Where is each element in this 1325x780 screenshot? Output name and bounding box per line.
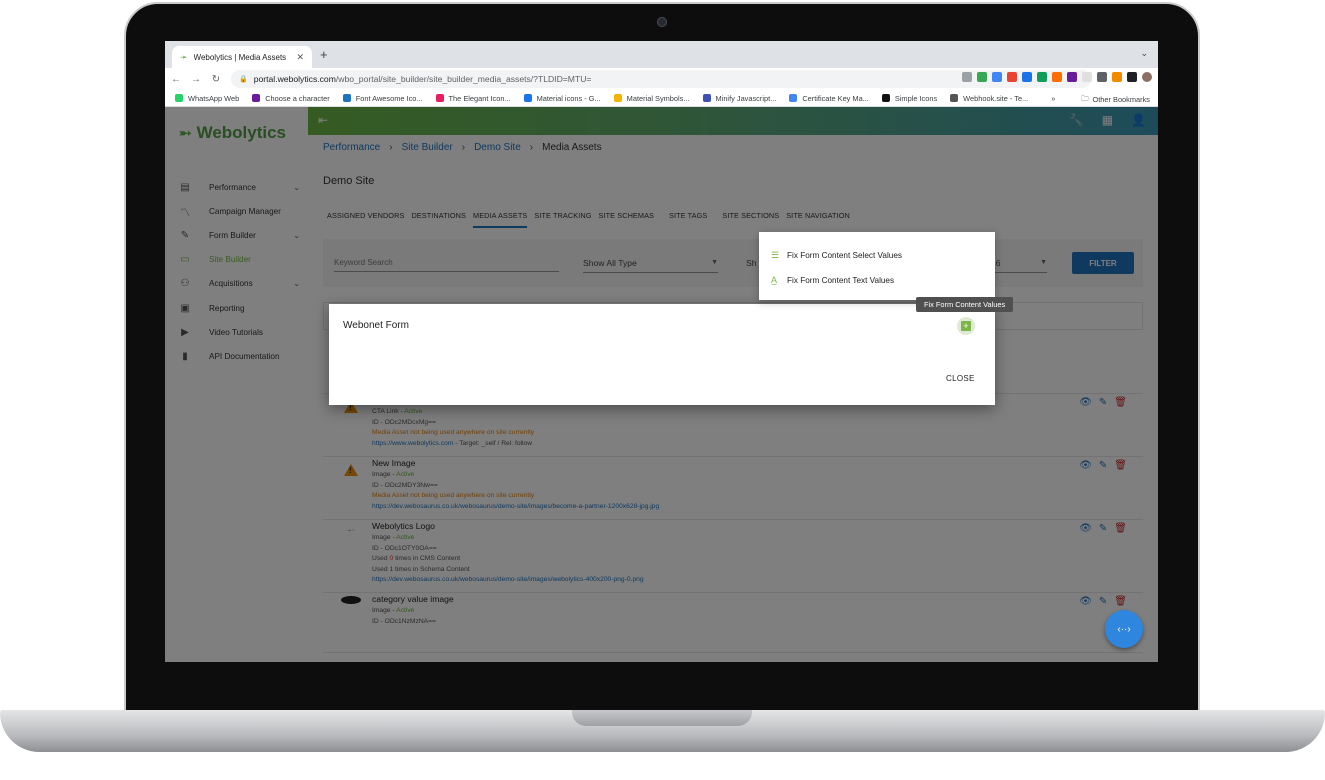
extension-icon[interactable] [1007, 72, 1017, 82]
bookmark-item[interactable]: Certificate Key Ma... [789, 94, 869, 103]
bookmark-favicon-icon [789, 94, 798, 102]
bookmark-favicon-icon [881, 94, 890, 102]
url-host: portal.webolytics.com [253, 74, 336, 84]
bookmark-item[interactable]: Material Symbols... [613, 93, 690, 103]
bookmark-label: Simple Icons [894, 93, 938, 103]
tooltip: Fix Form Content Values [916, 297, 1014, 312]
bookmark-item[interactable]: The Elegant Icon... [435, 93, 511, 103]
extension-icon[interactable] [1067, 72, 1077, 82]
extension-icon[interactable] [1112, 72, 1122, 82]
bookmark-favicon-icon [252, 94, 261, 102]
extension-icon[interactable] [1022, 72, 1032, 82]
bookmark-item[interactable]: Font Awesome Ico... [342, 93, 423, 103]
bookmark-label: Choose a character [265, 93, 330, 103]
bookmark-favicon-icon [175, 94, 183, 102]
bookmark-item[interactable]: Choose a character [252, 94, 330, 103]
browser-tab-title: Webolytics | Media Assets [193, 52, 287, 62]
fix-form-dropdown-menu: ☰ Fix Form Content Select Values A̲ Fix … [759, 232, 995, 300]
browser-tab[interactable]: ➛ Webolytics | Media Assets ✕ [172, 46, 312, 68]
bookmark-favicon-icon [950, 94, 959, 102]
reload-icon[interactable]: ↻ [207, 74, 225, 85]
bookmark-item[interactable]: Webhook.site - Te... [950, 94, 1028, 103]
tab-search-chevron-icon[interactable]: ⌄ [1140, 48, 1148, 59]
bookmark-item[interactable]: Material icons - G... [523, 93, 601, 103]
bookmark-favicon-icon [702, 94, 711, 102]
bookmark-favicon-icon [435, 94, 444, 102]
bookmark-label: Minify Javascript... [715, 93, 777, 103]
extension-icon[interactable] [962, 72, 972, 82]
browser-tab-bar: ➛ Webolytics | Media Assets ✕ + ⌄ [165, 41, 1158, 68]
webolytics-favicon-icon: ➛ [180, 51, 188, 62]
extension-icon[interactable] [1037, 72, 1047, 82]
extensions-puzzle-icon[interactable] [1127, 72, 1137, 82]
close-button[interactable]: CLOSE [946, 374, 975, 383]
extensions-area [962, 72, 1152, 82]
text-format-icon: A̲ [771, 275, 778, 285]
code-fab-button[interactable]: ‹··› [1105, 610, 1143, 648]
bookmark-item[interactable]: Simple Icons [881, 93, 938, 103]
bookmark-label: Font Awesome Ico... [355, 93, 423, 103]
lock-icon: 🔒 [239, 76, 248, 83]
bookmark-favicon-icon [342, 94, 351, 102]
bookmark-favicon-icon [613, 94, 622, 102]
bookmark-label: Material icons - G... [536, 93, 601, 103]
back-icon[interactable]: ← [167, 74, 185, 85]
screen: ➛ Webolytics | Media Assets ✕ + ⌄ ← → ↻ … [165, 41, 1158, 662]
extension-icon[interactable] [977, 72, 987, 82]
laptop-notch [572, 710, 752, 726]
forward-icon[interactable]: → [187, 74, 205, 85]
extension-icon[interactable] [1097, 72, 1107, 82]
bookmark-label: The Elegant Icon... [448, 93, 511, 103]
laptop-mockup: ➛ Webolytics | Media Assets ✕ + ⌄ ← → ↻ … [0, 0, 1325, 780]
other-bookmarks-label: Other Bookmarks [1092, 95, 1150, 104]
folder-icon: 🗀 [1081, 94, 1089, 103]
modal-title: Webonet Form [343, 320, 409, 331]
webcam [657, 17, 667, 27]
other-bookmarks[interactable]: 🗀 Other Bookmarks [1081, 93, 1150, 106]
bookmark-item[interactable]: WhatsApp Web [175, 94, 239, 103]
more-bookmarks-icon[interactable]: » [1051, 94, 1055, 103]
webolytics-app: ➵ Webolytics ▤Performance⌄〽Campaign Mana… [165, 107, 1158, 662]
menu-item-label: Fix Form Content Select Values [787, 251, 902, 260]
close-tab-icon[interactable]: ✕ [296, 52, 304, 63]
list-icon: ☰ [771, 250, 780, 260]
extension-icon[interactable] [1052, 72, 1062, 82]
bookmark-item[interactable]: Minify Javascript... [702, 93, 777, 103]
new-tab-icon[interactable]: + [320, 47, 328, 62]
bookmark-label: Certificate Key Ma... [802, 93, 869, 103]
profile-avatar[interactable] [1142, 72, 1152, 82]
menu-item-fix-text-values[interactable]: A̲ Fix Form Content Text Values [771, 275, 894, 285]
bookmark-label: Webhook.site - Te... [963, 93, 1029, 103]
address-bar-row: ← → ↻ 🔒 portal.webolytics.com/wbo_portal… [165, 68, 1158, 90]
add-box-icon[interactable]: + [957, 317, 975, 335]
menu-item-fix-select-values[interactable]: ☰ Fix Form Content Select Values [771, 250, 902, 261]
url-path: /wbo_portal/site_builder/site_builder_me… [335, 74, 592, 84]
extension-icon[interactable] [1082, 72, 1092, 82]
bookmark-label: WhatsApp Web [188, 93, 240, 103]
extension-icon[interactable] [992, 72, 1002, 82]
bookmarks-bar: WhatsApp Web Choose a character Font Aweso… [165, 90, 1158, 107]
webonet-form-modal: Webonet Form + CLOSE [329, 304, 995, 405]
menu-item-label: Fix Form Content Text Values [787, 275, 895, 285]
bookmark-label: Material Symbols... [626, 93, 690, 103]
bookmark-favicon-icon [523, 94, 532, 102]
